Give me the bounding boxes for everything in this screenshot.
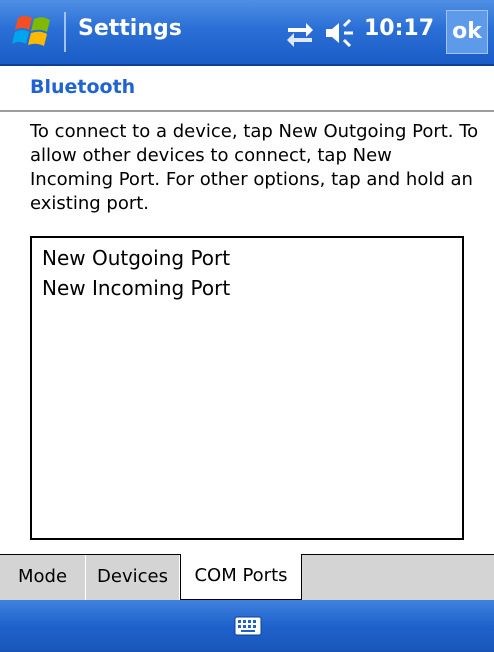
page-header: Bluetooth — [0, 66, 494, 112]
app-title: Settings — [78, 16, 182, 41]
connectivity-icon[interactable] — [284, 18, 316, 48]
port-list[interactable]: New Outgoing Port New Incoming Port — [30, 236, 464, 540]
tab-bar: Mode Devices COM Ports — [0, 554, 494, 600]
title-separator — [64, 12, 66, 52]
list-item-new-outgoing-port[interactable]: New Outgoing Port — [42, 246, 230, 270]
command-bar — [0, 600, 494, 652]
speaker-icon[interactable] — [324, 18, 356, 48]
windows-flag-icon[interactable] — [12, 12, 56, 52]
tab-devices[interactable]: Devices — [86, 555, 180, 600]
list-item-new-incoming-port[interactable]: New Incoming Port — [42, 276, 230, 300]
clock[interactable]: 10:17 — [364, 16, 434, 41]
title-bar: Settings 10:17 ok — [0, 0, 494, 66]
tab-com-ports[interactable]: COM Ports — [180, 554, 302, 600]
ok-button[interactable]: ok — [446, 10, 488, 54]
page-title: Bluetooth — [30, 76, 136, 98]
keyboard-icon[interactable] — [234, 613, 262, 639]
instructions-text: To connect to a device, tap New Outgoing… — [30, 121, 479, 214]
tab-mode[interactable]: Mode — [0, 555, 86, 600]
